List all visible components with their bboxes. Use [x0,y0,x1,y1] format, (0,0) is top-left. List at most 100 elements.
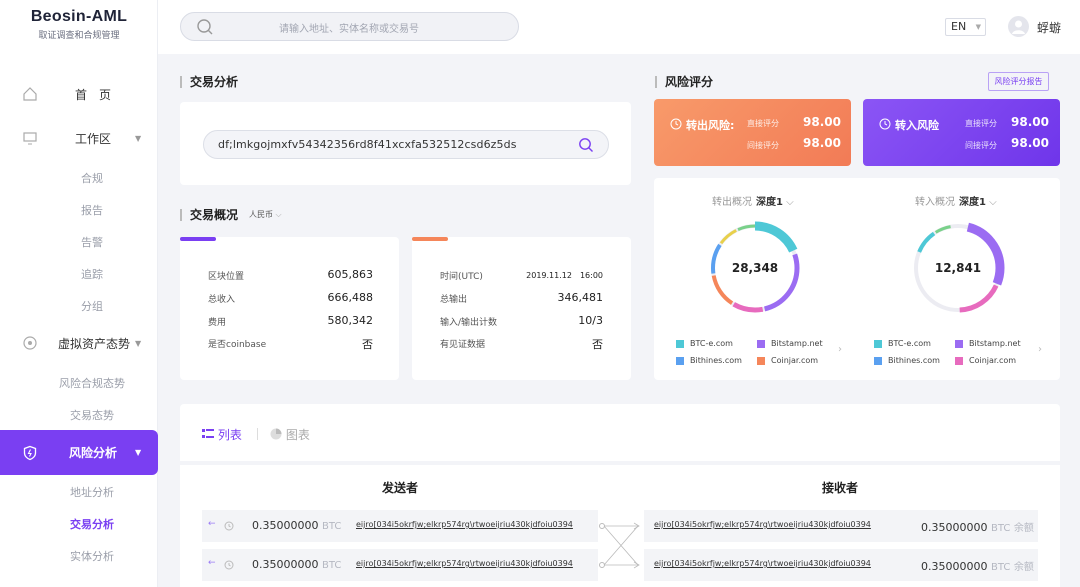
overview-key: 输入/输出计数 [440,318,498,328]
arrow-left-icon: ← [208,519,216,529]
app-subtitle: 取证调查和合规管理 [38,31,120,41]
currency-value: 人民币 [249,210,273,219]
search-icon [197,19,213,35]
sidebar: Beosin-AML 取证调查和合规管理 首 页 工作区 ▼ 合规 报告 告警 … [0,0,158,587]
in-overview-title[interactable]: 转入概况 深度1 ⌵ [915,193,997,208]
table-row[interactable]: eijro[034i5okrfjw;elkrp574rg\rtwoeijriu4… [644,549,1038,581]
chevron-down-icon: ▼ [135,338,142,348]
sender-address[interactable]: eijro[034i5okrfjw;elkrp574rg\rtwoeijriu4… [356,520,573,529]
chevron-down-icon: ▼ [975,23,981,31]
target-icon [23,336,37,350]
chevron-right-icon[interactable]: › [1038,344,1042,355]
tx-hash-input[interactable]: df;lmkgojmxfv54342356rd8f41xcxfa532512cs… [203,130,609,159]
receiver-address[interactable]: eijro[034i5okrfjw;elkrp574rg\rtwoeijriu4… [654,559,871,568]
sidebar-item-label: 首 页 [74,87,111,102]
amount: 0.35000000 BTC 余额 [921,521,1034,534]
card-accent [412,237,448,241]
legend-item: Bithines.com [874,356,940,365]
amount: 0.35000000 BTC 余额 [921,560,1034,573]
overview-value: 10/3 [578,314,603,327]
legend-item: Coinjar.com [757,356,818,365]
search-input[interactable]: 请输入地址、实体名称或交易号 [279,20,419,35]
sidebar-subitem-compliance[interactable]: 合规 [40,170,144,186]
language-value: EN [951,20,967,33]
language-select[interactable]: EN ▼ [945,18,986,36]
chevron-right-icon[interactable]: › [838,344,842,355]
sidebar-subitem-alert[interactable]: 告警 [40,234,144,250]
risk-report-button[interactable]: 风险评分报告 [988,72,1049,91]
global-search[interactable]: 请输入地址、实体名称或交易号 [180,12,519,41]
overview-key: 总收入 [208,295,236,305]
overview-key: 区块位置 [208,272,245,282]
avatar[interactable] [1008,16,1029,37]
overview-key: 是否coinbase [208,340,267,350]
sidebar-item-virtual-assets[interactable]: 虚拟资产态势 ▼ [0,326,158,360]
indirect-score: 98.00 [803,136,841,150]
sidebar-item-workspace[interactable]: 工作区 ▼ [0,121,158,155]
shield-icon [23,445,37,460]
home-icon [23,87,37,101]
receiver-address[interactable]: eijro[034i5okrfjw;elkrp574rg\rtwoeijriu4… [654,520,871,529]
user-name[interactable]: 蜉蝣 [1037,19,1061,36]
sidebar-item-label: 虚拟资产态势 [57,336,130,351]
sidebar-subitem-risk-compliance[interactable]: 风险合规态势 [40,375,144,391]
sidebar-subitem-tx-analysis[interactable]: 交易分析 [40,516,144,532]
chevron-down-icon: ⌵ [275,210,282,219]
search-icon[interactable] [578,137,594,153]
legend-swatch [676,339,684,348]
tab-chart[interactable]: 图表 [270,426,310,443]
user-icon [1012,20,1025,34]
tab-label: 图表 [285,428,310,442]
indirect-score-label: 间接评分 [965,141,997,150]
clock-icon [224,521,234,531]
tx-list-card: 列表 图表 发送者 接收者 ← 0.35000000 BTC eijro[034… [180,404,1060,587]
chevron-down-icon: ⌵ [989,197,997,208]
overview-value: 580,342 [327,314,374,327]
direct-score-label: 直接评分 [965,119,997,128]
indirect-score: 98.00 [1011,136,1049,150]
pie-icon [270,428,282,440]
out-overview-title[interactable]: 转出概况 深度1 ⌵ [712,193,794,208]
legend-item: Bithines.com [676,356,742,365]
overview-value: 346,481 [557,291,604,304]
overview-key: 总输出 [440,295,468,305]
legend-swatch [676,356,684,365]
overview-key: 费用 [208,318,227,328]
overview-value: 666,488 [327,291,374,304]
sidebar-item-risk-analysis[interactable]: 风险分析 ▼ [0,430,158,475]
sidebar-item-home[interactable]: 首 页 [0,77,158,111]
chevron-down-icon: ▼ [135,133,142,143]
legend-item: BTC-e.com [874,339,931,348]
sidebar-subitem-group[interactable]: 分组 [40,298,144,314]
sender-address[interactable]: eijro[034i5okrfjw;elkrp574rg\rtwoeijriu4… [356,559,573,568]
card-accent [180,237,216,241]
legend-swatch [757,356,765,365]
table-row[interactable]: ← 0.35000000 BTC eijro[034i5okrfjw;elkrp… [202,510,598,542]
clock-icon [224,560,234,570]
legend-item: Bitstamp.net [757,339,823,348]
legend-swatch [757,339,765,348]
table-row[interactable]: eijro[034i5okrfjw;elkrp574rg\rtwoeijriu4… [644,510,1038,542]
divider [257,428,258,440]
sidebar-subitem-tx-trend[interactable]: 交易态势 [40,407,144,423]
chevron-down-icon: ▼ [135,448,142,457]
sidebar-subitem-entity-analysis[interactable]: 实体分析 [40,548,144,564]
sidebar-item-label: 工作区 [74,131,111,146]
legend-swatch [955,339,963,348]
table-row[interactable]: ← 0.35000000 BTC eijro[034i5okrfjw;elkrp… [202,549,598,581]
overview-value: 605,863 [327,268,374,281]
currency-select[interactable]: 人民币 ⌵ [249,209,282,220]
section-title-tx: 交易分析 [180,76,238,88]
direct-score-label: 直接评分 [747,119,779,128]
overview-card-left: 区块位置 605,863 总收入 666,488 费用 580,342 是否co… [180,237,399,380]
tab-list[interactable]: 列表 [202,426,242,443]
sidebar-item-label: 风险分析 [68,446,117,460]
overview-key: 时间(UTC) [440,272,483,282]
sidebar-subitem-report[interactable]: 报告 [40,202,144,218]
legend-item: BTC-e.com [676,339,733,348]
legend-item: Bitstamp.net [955,339,1021,348]
risk-out-label: 转出风险: [686,119,735,132]
sidebar-subitem-trace[interactable]: 追踪 [40,266,144,282]
sidebar-subitem-address-analysis[interactable]: 地址分析 [40,484,144,500]
tab-label: 列表 [217,428,242,442]
